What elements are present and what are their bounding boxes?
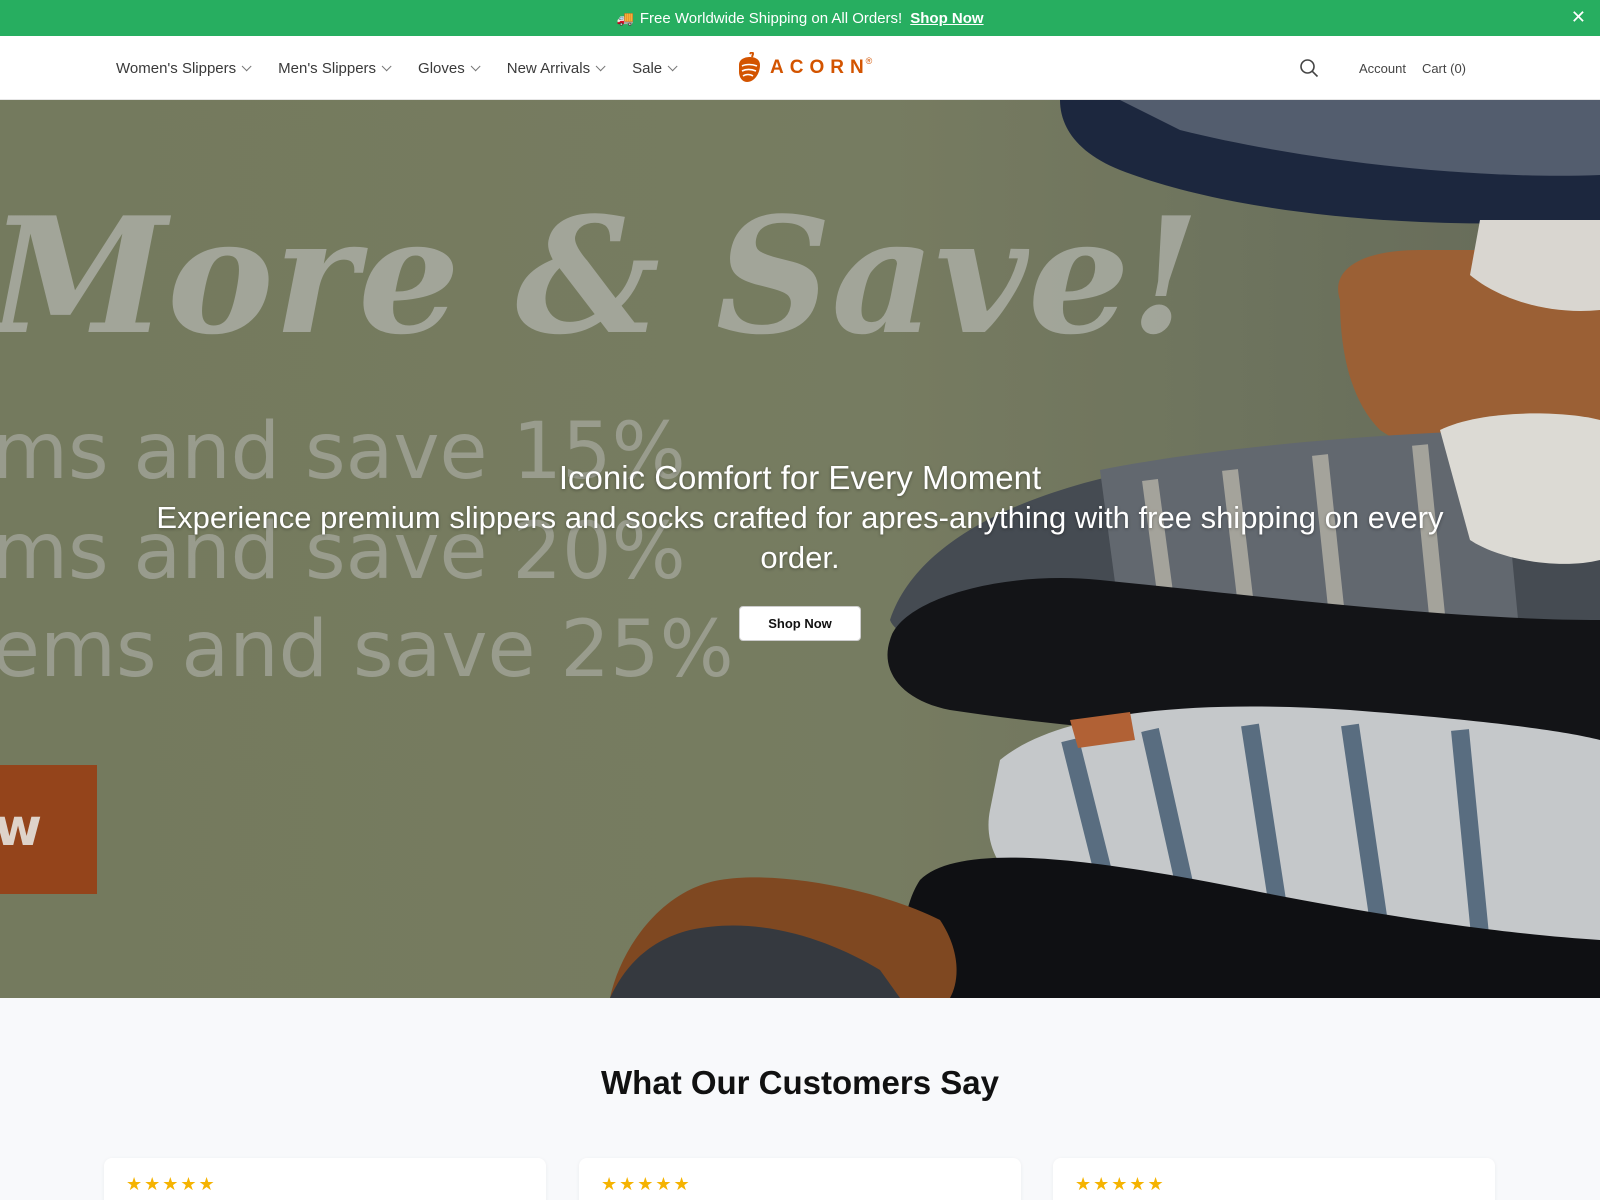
reviews-title: What Our Customers Say [601, 1064, 999, 1101]
announcement-text: Free Worldwide Shipping on All Orders! [639, 9, 903, 27]
chevron-down-icon [241, 60, 252, 71]
nav-item-sale[interactable]: Sale [632, 59, 678, 77]
chevron-down-icon [381, 60, 392, 71]
chevron-down-icon [667, 60, 678, 71]
nav-item-gloves[interactable]: Gloves [418, 59, 481, 77]
star-rating: ★★★★★ [126, 1174, 217, 1194]
chevron-down-icon [595, 60, 606, 71]
hero-title: Iconic Comfort for Every Moment [558, 459, 1042, 496]
hero-banner: More & Save! ms and save 15% ms and save… [0, 100, 1600, 998]
site-logo[interactable]: ACORN ® [736, 50, 872, 86]
nav-item-label: New Arrivals [506, 59, 591, 77]
nav-item-label: Women's Slippers [116, 59, 237, 77]
cart-link[interactable]: Cart (0) [1422, 61, 1466, 76]
review-card: ★★★★★ [579, 1158, 1021, 1200]
nav-item-mens-slippers[interactable]: Men's Slippers [278, 59, 392, 77]
star-rating: ★★★★★ [1075, 1174, 1166, 1194]
acorn-logo-icon [739, 52, 760, 82]
logo-registered-mark: ® [865, 56, 873, 66]
nav-item-womens-slippers[interactable]: Women's Slippers [116, 59, 252, 77]
nav-item-label: Men's Slippers [278, 59, 377, 77]
chevron-down-icon [470, 60, 481, 71]
account-link[interactable]: Account [1359, 61, 1406, 76]
logo-text: ACORN [770, 57, 870, 78]
hero-content: Iconic Comfort for Every Moment Experien… [0, 458, 1600, 641]
hero-subtitle: Experience premium slippers and socks cr… [156, 500, 1444, 575]
truck-icon: 🚚 [616, 9, 634, 26]
review-card: ★★★★★ [1053, 1158, 1495, 1200]
nav-item-label: Sale [632, 59, 663, 77]
header-actions: Account Cart (0) [1299, 36, 1466, 100]
close-icon[interactable]: ✕ [1571, 8, 1586, 26]
nav-item-new-arrivals[interactable]: New Arrivals [506, 59, 606, 77]
site-header: Women's Slippers Men's Slippers Gloves N… [0, 36, 1600, 100]
review-card: ★★★★★ [104, 1158, 546, 1200]
nav-item-label: Gloves [418, 59, 465, 77]
search-icon[interactable] [1299, 58, 1319, 78]
star-rating: ★★★★★ [601, 1174, 692, 1194]
announcement-shop-link[interactable]: Shop Now [910, 10, 983, 27]
hero-shop-now-button[interactable]: Shop Now [739, 606, 861, 641]
announcement-bar: 🚚 Free Worldwide Shipping on All Orders!… [0, 0, 1600, 36]
main-nav: Women's Slippers Men's Slippers Gloves N… [116, 36, 704, 100]
